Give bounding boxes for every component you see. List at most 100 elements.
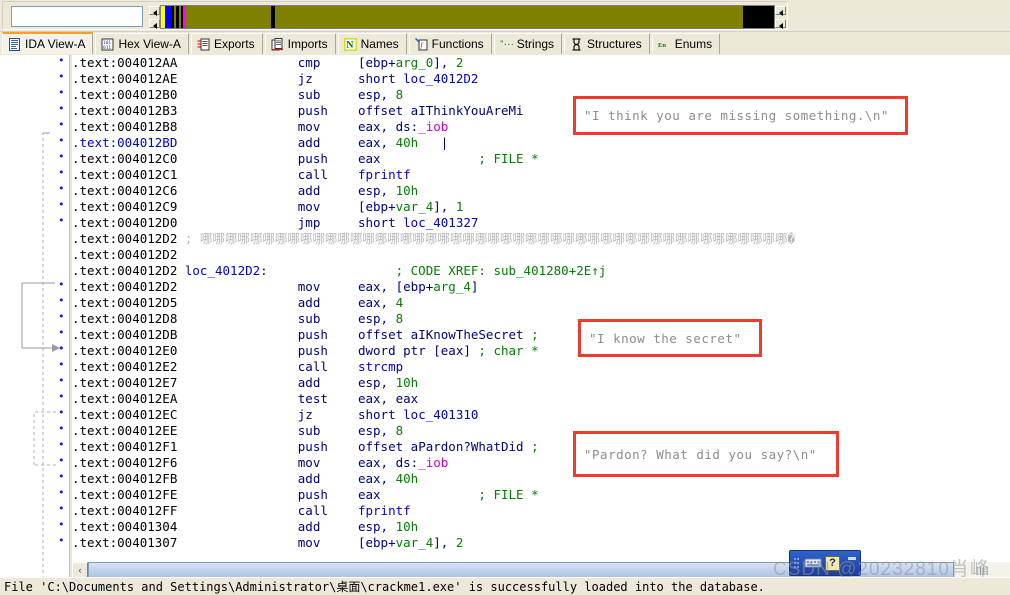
tab-ida-view-a[interactable]: IDA View-A [2, 32, 94, 54]
navigator-zoom-out-button[interactable] [149, 19, 160, 29]
disassembly-line[interactable]: • .text:004012C1 call fprintf [58, 167, 1010, 183]
disassembly-line[interactable]: • .text:004012D5 add eax, 4 [58, 295, 1010, 311]
instruction-operand: _iob [418, 119, 449, 134]
tab-exports[interactable]: Exports [190, 33, 263, 54]
disassembly-line[interactable]: • .text:00401307 mov [ebp+var_4], 2 [58, 535, 1010, 551]
functions-icon: f [414, 37, 428, 51]
disassembly-line[interactable]: • .text:004012E0 push dword ptr [eax] ; c… [58, 343, 1010, 359]
instruction-operand: 40h [395, 471, 419, 486]
line-marker-icon: • [58, 294, 65, 307]
instruction-operand: esp, [357, 375, 396, 390]
disassembly-line[interactable]: • .text:004012C6 add esp, 10h [58, 183, 1010, 199]
disassembly-line[interactable]: • .text:004012AA cmp [ebp+arg_0], 2 [58, 55, 1010, 71]
tab-structures[interactable]: Structures [564, 33, 650, 54]
instruction-operand: eax, eax [357, 391, 419, 406]
tab-functions[interactable]: f Functions [408, 33, 492, 54]
tab-label: IDA View-A [25, 37, 86, 51]
instruction-operand: eax, ds: [357, 119, 419, 134]
tab-strings[interactable]: "...."Strings [493, 33, 563, 54]
disassembly-line[interactable]: • .text:004012FB add eax, 40h [58, 471, 1010, 487]
line-address: .text:004012BD [72, 135, 178, 150]
jump-to-address-combo[interactable] [11, 6, 172, 27]
jump-to-address-input[interactable] [12, 7, 159, 26]
svg-text:En: En [658, 41, 666, 48]
disassembly-line[interactable]: • .text:004012F6 mov eax, ds:_iob [58, 455, 1010, 471]
toolbar-frame [2, 1, 788, 30]
disassembly-line[interactable]: • .text:004012DB push offset aIKnowTheSec… [58, 327, 1010, 343]
separator-comment: ; 哪哪哪哪哪哪哪哪哪哪哪哪哪哪哪哪哪哪哪哪哪哪哪哪哪哪哪哪哪哪哪哪哪哪哪哪哪哪… [177, 231, 795, 246]
svg-text:N: N [346, 40, 354, 51]
disassembly-line[interactable]: • .text:004012C9 mov [ebp+var_4], 1 [58, 199, 1010, 215]
line-marker-icon: • [58, 326, 65, 339]
help-icon[interactable]: ? [825, 555, 840, 571]
line-marker-icon: • [58, 182, 65, 195]
instruction-mnemonic: mov [177, 455, 358, 470]
hex-view-icon: 101 011 [101, 38, 114, 51]
disassembly-line[interactable]: • .text:004012FF call fprintf [58, 503, 1010, 519]
tab-hex-view-a[interactable]: 101 011 Hex View-A [95, 33, 189, 54]
horizontal-scrollbar[interactable]: ‹ |||| [72, 562, 1010, 578]
disassembly-line[interactable]: • .text:004012C0 push eax ; FILE * [58, 151, 1010, 167]
disassembly-line[interactable]: • .text:004012E2 call strcmp [58, 359, 1010, 375]
ime-language-bar[interactable]: ? [789, 550, 861, 576]
navigator-scroll-buttons[interactable] [774, 5, 786, 29]
string-callout-pardon: "Pardon? What did you say?\n" [573, 431, 839, 477]
navigator-scroll-up-button[interactable] [775, 6, 786, 16]
disassembly-line[interactable]: • .text:004012EE sub esp, 8 [58, 423, 1010, 439]
disassembly-line[interactable]: • .text:004012F1 push offset aPardon?What… [58, 439, 1010, 455]
minimize-icon[interactable] [848, 557, 856, 560]
disassembly-line[interactable]: • .text:004012EC jz short loc_401310 [58, 407, 1010, 423]
instruction-operand: 8 [395, 423, 404, 438]
instruction-operand: short [357, 71, 404, 86]
line-marker-icon: • [58, 150, 65, 163]
instruction-operand: var_4 [395, 199, 434, 214]
disassembly-line[interactable]: • .text:004012D2 mov eax, [ebp+arg_4] [58, 279, 1010, 295]
scrollbar-track[interactable]: |||| [88, 562, 1010, 578]
navigator-zoom-buttons[interactable] [149, 5, 160, 29]
instruction-mnemonic: push [177, 103, 358, 118]
ime-drag-handle-icon[interactable] [793, 555, 801, 571]
tab-names[interactable]: N Names [337, 33, 407, 54]
scroll-left-button[interactable]: ‹ [72, 562, 88, 578]
disassembly-line[interactable]: .text:004012D2 ; 哪哪哪哪哪哪哪哪哪哪哪哪哪哪哪哪哪哪哪哪哪哪哪… [72, 231, 1010, 247]
instruction-operand: loc_401327 [403, 215, 479, 230]
disassembly-line[interactable]: • .text:004012D0 jmp short loc_401327 [58, 215, 1010, 231]
instruction-mnemonic: add [177, 295, 358, 310]
disassembly-line[interactable]: .text:004012D2 [72, 247, 1010, 263]
instruction-operand: aIThinkYouAreMi [410, 103, 524, 118]
disassembly-line[interactable]: • .text:004012AE jz short loc_4012D2 [58, 71, 1010, 87]
annotation-text: "Pardon? What did you say?\n" [584, 446, 817, 462]
keyboard-icon[interactable] [804, 555, 822, 571]
disassembly-line[interactable]: .text:004012D2 loc_4012D2: ; CODE XREF: … [72, 263, 1010, 279]
instruction-operand: 40h [395, 135, 419, 150]
disassembly-line[interactable]: • .text:004012BD add eax, 40h | [58, 135, 1010, 151]
instruction-operand: ], [433, 535, 456, 550]
toolbar [0, 0, 1010, 32]
code-label[interactable]: loc_4012D2: [177, 263, 268, 278]
navigator-band[interactable] [160, 5, 774, 29]
instruction-operand: 1 [455, 199, 464, 214]
instruction-mnemonic: push [177, 151, 358, 166]
disassembly-pane[interactable]: • .text:004012AA cmp [ebp+arg_0], 2 • .text… [0, 55, 1010, 577]
tab-label: Structures [587, 37, 642, 51]
instruction-mnemonic: jz [177, 71, 358, 86]
line-marker-icon: • [58, 486, 65, 499]
instruction-mnemonic: jmp [177, 215, 358, 230]
navigator-scroll-down-button[interactable] [775, 19, 786, 29]
structures-icon [570, 37, 583, 51]
tab-label: Names [360, 37, 399, 51]
disassembly-line[interactable]: • .text:004012FE push eax ; FILE * [58, 487, 1010, 503]
instruction-operand: aIKnowTheSecret [410, 327, 524, 342]
tab-imports[interactable]: Imports [264, 33, 336, 54]
line-marker-icon: • [58, 134, 65, 147]
instruction-operand: loc_401310 [403, 407, 479, 422]
line-marker-icon: • [58, 198, 65, 211]
disassembly-line[interactable]: • .text:004012EA test eax, eax [58, 391, 1010, 407]
disassembly-line[interactable]: • .text:00401304 add esp, 10h [58, 519, 1010, 535]
navigator-zoom-in-button[interactable] [149, 6, 160, 16]
instruction-operand: | [418, 135, 449, 150]
line-address: .text:004012E7 [72, 375, 178, 390]
disassembly-line[interactable]: • .text:004012D8 sub esp, 8 [58, 311, 1010, 327]
disassembly-line[interactable]: • .text:004012E7 add esp, 10h [58, 375, 1010, 391]
tab-enums[interactable]: En Enums [651, 33, 721, 54]
